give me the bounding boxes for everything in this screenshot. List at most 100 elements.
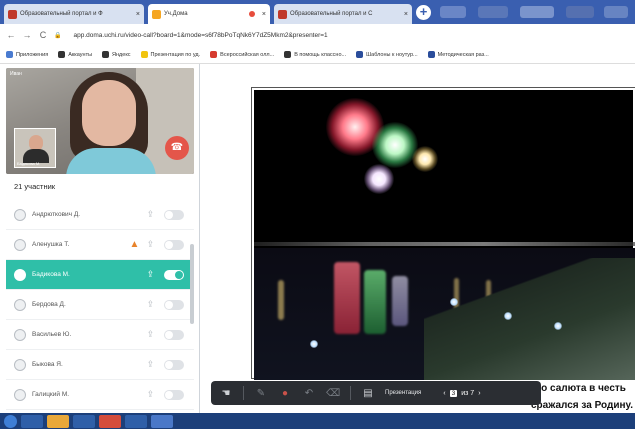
participants-count: 21 участник bbox=[14, 182, 56, 191]
chrome-icon[interactable] bbox=[99, 414, 121, 428]
browser-tab-strip: Образовательный портал и Ф × Уч.Дома × О… bbox=[0, 0, 635, 24]
apps-grid-icon bbox=[6, 51, 13, 58]
reflection-white bbox=[392, 276, 408, 326]
toolbar-divider bbox=[243, 386, 244, 400]
reflection-red bbox=[334, 262, 360, 334]
permission-toggle[interactable] bbox=[164, 270, 184, 280]
tab-portal-1[interactable]: Образовательный портал и Ф × bbox=[4, 4, 144, 24]
taskbar-thumbnail bbox=[440, 6, 466, 18]
address-bar: ← → C 🔒 app.doma.uchi.ru/video-call?boar… bbox=[0, 24, 635, 46]
taskbar-thumbnail bbox=[478, 6, 508, 18]
participant-name: Бадикова М. bbox=[32, 271, 70, 278]
bookmark-templates[interactable]: Шаблоны к ноутур... bbox=[356, 51, 418, 58]
bookmark-label: Приложения bbox=[16, 51, 49, 58]
tab-portal-2[interactable]: Образовательный портал и С × bbox=[274, 4, 412, 24]
screen-share-icon[interactable]: ⇪ bbox=[145, 359, 156, 370]
next-slide-icon[interactable]: › bbox=[478, 390, 480, 397]
permission-toggle[interactable] bbox=[164, 330, 184, 340]
participant-row[interactable]: Андрюткович Д. ⇪ bbox=[6, 200, 194, 230]
start-button[interactable] bbox=[4, 414, 17, 428]
forward-icon[interactable]: → bbox=[22, 30, 32, 40]
permission-toggle[interactable] bbox=[164, 300, 184, 310]
toolbar-divider bbox=[350, 386, 351, 400]
bookmark-yandex[interactable]: Яндекс bbox=[102, 51, 131, 58]
teacher-face bbox=[82, 80, 136, 146]
slide-image bbox=[251, 87, 635, 380]
bookmark-methodical[interactable]: Методическая раз... bbox=[427, 51, 489, 58]
presentation-label[interactable]: Презентация bbox=[385, 390, 421, 396]
taskbar-thumbnail bbox=[566, 6, 594, 18]
bookmark-accounts[interactable]: Аккаунты bbox=[58, 51, 92, 58]
permission-toggle[interactable] bbox=[164, 210, 184, 220]
permission-toggle[interactable] bbox=[164, 390, 184, 400]
bookmark-teacher-help[interactable]: В помощь классно... bbox=[284, 51, 346, 58]
undo-icon[interactable]: ↶ bbox=[302, 388, 316, 399]
taskbar-app-icon[interactable] bbox=[125, 414, 147, 428]
student-pip-video[interactable]: Бадикова М. bbox=[14, 128, 56, 168]
folder-icon[interactable] bbox=[47, 414, 69, 428]
presentation-icon: ▤ bbox=[363, 387, 373, 399]
hangup-button[interactable]: ☎ bbox=[165, 136, 189, 160]
bookmarks-bar: Приложения Аккаунты Яндекс Презентация п… bbox=[0, 46, 635, 64]
slides-icon bbox=[140, 51, 148, 58]
screen-share-icon[interactable]: ⇪ bbox=[145, 239, 156, 250]
participant-row[interactable]: Быкова Я. ⇪ bbox=[6, 350, 194, 380]
street-lamp bbox=[504, 312, 512, 320]
participant-row[interactable]: Аленушка Т. ▲ ⇪ bbox=[6, 230, 194, 260]
color-dot-icon[interactable]: ● bbox=[278, 388, 292, 399]
avatar-icon bbox=[14, 268, 26, 281]
bookmark-apps[interactable]: Приложения bbox=[6, 51, 48, 58]
screen-share-icon[interactable]: ⇪ bbox=[145, 209, 156, 220]
screen-share-icon[interactable]: ⇪ bbox=[145, 329, 156, 340]
participant-name: Быкова Я. bbox=[32, 361, 63, 368]
url-field[interactable]: app.doma.uchi.ru/video-call?board=1&mode… bbox=[73, 32, 327, 39]
avatar-icon bbox=[14, 388, 26, 401]
taskbar-app-icon[interactable] bbox=[151, 414, 173, 428]
close-icon[interactable]: × bbox=[262, 11, 266, 18]
new-tab-icon[interactable]: + bbox=[416, 5, 431, 20]
avatar-icon bbox=[14, 238, 26, 251]
participant-row-active[interactable]: Бадикова М. ⇪ bbox=[6, 260, 194, 290]
participant-name: Андрюткович Д. bbox=[32, 211, 81, 218]
participant-row[interactable]: Бердова Д. ⇪ bbox=[6, 290, 194, 320]
warning-icon: ▲ bbox=[129, 239, 140, 250]
participant-row[interactable]: Галицкий М. ⇪ bbox=[6, 380, 194, 410]
screen-share-icon[interactable]: ⇪ bbox=[145, 389, 156, 400]
participants-scrollbar[interactable] bbox=[190, 244, 194, 324]
participant-row[interactable]: Васильев Ю. ⇪ bbox=[6, 320, 194, 350]
taskbar-thumbnail bbox=[520, 6, 554, 18]
bookmark-olympiad[interactable]: Всероссийская олл... bbox=[210, 51, 274, 58]
avatar-icon bbox=[14, 358, 26, 371]
permission-toggle[interactable] bbox=[164, 240, 184, 250]
screen-share-icon[interactable]: ⇪ bbox=[145, 299, 156, 310]
pen-icon[interactable]: ✎ bbox=[254, 388, 268, 399]
street-lamp bbox=[310, 340, 318, 348]
tab-uchi-doma[interactable]: Уч.Дома × bbox=[148, 4, 270, 24]
tab-title: Образовательный портал и С bbox=[290, 11, 373, 17]
permission-toggle[interactable] bbox=[164, 360, 184, 370]
firework-white bbox=[364, 164, 394, 194]
account-icon bbox=[58, 51, 66, 58]
screen-share-icon[interactable]: ⇪ bbox=[145, 269, 156, 280]
back-icon[interactable]: ← bbox=[6, 30, 16, 40]
eraser-icon[interactable]: ⌫ bbox=[326, 388, 340, 399]
taskbar-app-icon[interactable] bbox=[21, 414, 43, 428]
close-icon[interactable]: × bbox=[136, 11, 140, 18]
recording-dot-icon bbox=[248, 11, 255, 17]
pointer-hand-icon[interactable]: ☚ bbox=[219, 388, 233, 399]
participants-panel: Иван Бадикова М. ☎ 21 участник Андрютков… bbox=[0, 64, 200, 429]
avatar-icon bbox=[14, 298, 26, 311]
page-number-input[interactable]: 3 bbox=[449, 389, 458, 397]
phone-icon: ☎ bbox=[170, 142, 184, 153]
taskbar-app-icon[interactable] bbox=[73, 414, 95, 428]
embankment-crowd bbox=[424, 258, 635, 380]
yandex-icon bbox=[102, 51, 110, 58]
prev-slide-icon[interactable]: ‹ bbox=[443, 390, 445, 397]
templates-icon bbox=[356, 51, 364, 58]
portal-favicon-icon bbox=[278, 9, 287, 19]
reload-icon[interactable]: C bbox=[38, 30, 48, 40]
bookmark-presentation[interactable]: Презентация по уд. bbox=[140, 51, 200, 58]
close-icon[interactable]: × bbox=[404, 11, 408, 18]
slide-pager: ‹ 3 из 7 › bbox=[443, 389, 481, 397]
participant-name: Бердова Д. bbox=[32, 301, 66, 308]
